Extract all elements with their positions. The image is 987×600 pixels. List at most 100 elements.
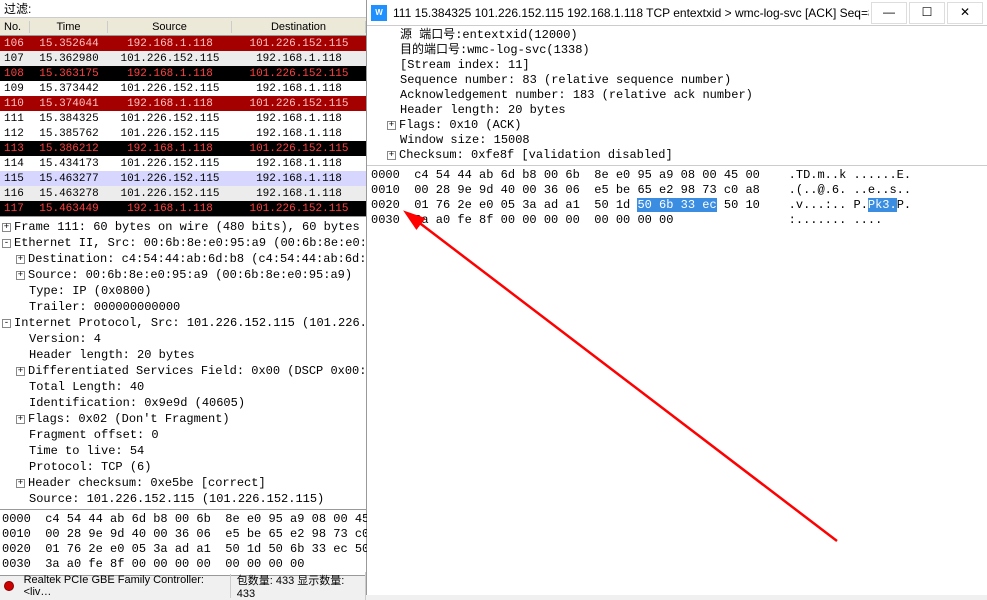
minimize-button[interactable]: — — [871, 2, 907, 24]
hex-line[interactable]: 0030 3a a0 fe 8f 00 00 00 00 00 00 00 00… — [371, 213, 983, 228]
packet-row[interactable]: 10615.352644192.168.1.118101.226.152.115 — [0, 36, 366, 51]
hex-line[interactable]: 0000 c4 54 44 ab 6d b8 00 6b 8e e0 95 a9… — [371, 168, 983, 183]
tree-line[interactable]: -Ethernet II, Src: 00:6b:8e:e0:95:a9 (00… — [0, 235, 366, 251]
tree-line[interactable]: Acknowledgement number: 183 (relative ac… — [371, 88, 983, 103]
tree-toggle-icon[interactable]: + — [16, 271, 25, 280]
packet-row[interactable]: 11615.463278101.226.152.115192.168.1.118 — [0, 186, 366, 201]
tree-text: 源 端口号:entextxid(12000) — [400, 28, 578, 42]
detail-tree[interactable]: 源 端口号:entextxid(12000)目的端口号:wmc-log-svc(… — [367, 26, 987, 166]
tree-toggle-icon[interactable]: - — [2, 319, 11, 328]
tree-toggle-icon[interactable]: + — [16, 415, 25, 424]
tree-text: Type: IP (0x0800) — [29, 284, 151, 298]
detail-titlebar: W 111 15.384325 101.226.152.115 192.168.… — [367, 0, 987, 26]
tree-text: Acknowledgement number: 183 (relative ac… — [400, 88, 753, 102]
tree-line[interactable]: Window size: 15008 — [371, 133, 983, 148]
tree-text: Total Length: 40 — [29, 380, 144, 394]
tree-text: Frame 111: 60 bytes on wire (480 bits), … — [14, 220, 366, 234]
tree-text: 目的端口号:wmc-log-svc(1338) — [400, 43, 590, 57]
tree-text: Protocol: TCP (6) — [29, 460, 151, 474]
col-no-header[interactable]: No. — [0, 21, 30, 33]
tree-line[interactable]: +Header checksum: 0xe5be [correct] — [0, 475, 366, 491]
packet-list[interactable]: 10615.352644192.168.1.118101.226.152.115… — [0, 36, 366, 216]
packet-tree[interactable]: +Frame 111: 60 bytes on wire (480 bits),… — [0, 216, 366, 509]
tree-line[interactable]: Header length: 20 bytes — [0, 347, 366, 363]
hex-line[interactable]: 0020 01 76 2e e0 05 3a ad a1 50 1d 50 6b… — [371, 198, 983, 213]
packet-row[interactable]: 10815.363175192.168.1.118101.226.152.115 — [0, 66, 366, 81]
close-button[interactable]: ✕ — [947, 2, 983, 24]
tree-line[interactable]: +Checksum: 0xfe8f [validation disabled] — [371, 148, 983, 163]
tree-text: Destination: c4:54:44:ab:6d:b8 (c4:54:44… — [28, 252, 366, 266]
packet-row[interactable]: 11215.385762101.226.152.115192.168.1.118 — [0, 126, 366, 141]
tree-toggle-icon[interactable]: + — [387, 121, 396, 130]
packet-row[interactable]: 11015.374041192.168.1.118101.226.152.115 — [0, 96, 366, 111]
tree-line[interactable]: Header length: 20 bytes — [371, 103, 983, 118]
tree-text: Header length: 20 bytes — [400, 103, 566, 117]
packet-row[interactable]: 11115.384325101.226.152.115192.168.1.118 — [0, 111, 366, 126]
tree-text: Internet Protocol, Src: 101.226.152.115 … — [14, 316, 366, 330]
tree-line[interactable]: +Frame 111: 60 bytes on wire (480 bits),… — [0, 219, 366, 235]
hex-line[interactable]: 0010 00 28 9e 9d 40 00 36 06 e5 be 65 e2… — [371, 183, 983, 198]
tree-text: Sequence number: 83 (relative sequence n… — [400, 73, 731, 87]
tree-line[interactable]: Type: IP (0x0800) — [0, 283, 366, 299]
tree-toggle-icon[interactable]: + — [16, 255, 25, 264]
tree-text: Source: 00:6b:8e:e0:95:a9 (00:6b:8e:e0:9… — [28, 268, 352, 282]
tree-toggle-icon[interactable]: + — [2, 223, 11, 232]
tree-line[interactable]: +Flags: 0x02 (Don't Fragment) — [0, 411, 366, 427]
filter-label: 过滤: — [4, 0, 31, 17]
tree-line[interactable]: +Destination: c4:54:44:ab:6d:b8 (c4:54:4… — [0, 251, 366, 267]
maximize-button[interactable]: ☐ — [909, 2, 945, 24]
packet-row[interactable]: 11415.434173101.226.152.115192.168.1.118 — [0, 156, 366, 171]
tree-text: [Stream index: 11] — [400, 58, 530, 72]
packet-row[interactable]: 11315.386212192.168.1.118101.226.152.115 — [0, 141, 366, 156]
col-dst-header[interactable]: Destination — [232, 21, 366, 33]
annotation-arrow — [417, 221, 837, 541]
filter-input[interactable] — [35, 2, 362, 16]
tree-text: Flags: 0x02 (Don't Fragment) — [28, 412, 230, 426]
packet-row[interactable]: 11515.463277101.226.152.115192.168.1.118 — [0, 171, 366, 186]
tree-toggle-icon[interactable]: + — [387, 151, 396, 160]
hex-line[interactable]: 0010 00 28 9e 9d 40 00 36 06 e5 be 65 e2… — [2, 527, 364, 542]
packet-row[interactable]: 11715.463449192.168.1.118101.226.152.115 — [0, 201, 366, 216]
tree-line[interactable]: 源 端口号:entextxid(12000) — [371, 28, 983, 43]
tree-text: Header length: 20 bytes — [29, 348, 195, 362]
status-iface: Realtek PCIe GBE Family Controller: <liv… — [18, 574, 231, 598]
hex-line[interactable]: 0000 c4 54 44 ab 6d b8 00 6b 8e e0 95 a9… — [2, 512, 364, 527]
tree-line[interactable]: [Stream index: 11] — [371, 58, 983, 73]
tree-line[interactable]: Identification: 0x9e9d (40605) — [0, 395, 366, 411]
tree-line[interactable]: Version: 4 — [0, 331, 366, 347]
filter-bar: 过滤: — [0, 0, 366, 18]
packet-row[interactable]: 10715.362980101.226.152.115192.168.1.118 — [0, 51, 366, 66]
tree-line[interactable]: -Internet Protocol, Src: 101.226.152.115… — [0, 315, 366, 331]
hex-line[interactable]: 0020 01 76 2e e0 05 3a ad a1 50 1d 50 6b… — [2, 542, 364, 557]
tree-line[interactable]: Source: 101.226.152.115 (101.226.152.115… — [0, 491, 366, 507]
tree-toggle-icon[interactable]: + — [16, 479, 25, 488]
hex-line[interactable]: 0030 3a a0 fe 8f 00 00 00 00 00 00 00 00 — [2, 557, 364, 572]
col-time-header[interactable]: Time — [30, 21, 108, 33]
packet-list-header: No. Time Source Destination — [0, 18, 366, 36]
tree-line[interactable]: +Flags: 0x10 (ACK) — [371, 118, 983, 133]
tree-line[interactable]: Time to live: 54 — [0, 443, 366, 459]
tree-toggle-icon[interactable]: + — [16, 367, 25, 376]
tree-text: Fragment offset: 0 — [29, 428, 159, 442]
tree-text: Time to live: 54 — [29, 444, 144, 458]
tree-line[interactable]: +Source: 00:6b:8e:e0:95:a9 (00:6b:8e:e0:… — [0, 267, 366, 283]
status-bar: Realtek PCIe GBE Family Controller: <liv… — [0, 575, 366, 595]
tree-line[interactable]: Sequence number: 83 (relative sequence n… — [371, 73, 983, 88]
tree-line[interactable]: Trailer: 000000000000 — [0, 299, 366, 315]
window-title: 111 15.384325 101.226.152.115 192.168.1.… — [393, 6, 869, 20]
hex-dump-left[interactable]: 0000 c4 54 44 ab 6d b8 00 6b 8e e0 95 a9… — [0, 509, 366, 575]
tree-line[interactable]: Fragment offset: 0 — [0, 427, 366, 443]
tree-text: Trailer: 000000000000 — [29, 300, 180, 314]
tree-text: Differentiated Services Field: 0x00 (DSC… — [28, 364, 366, 378]
app-icon: W — [371, 5, 387, 21]
tree-line[interactable]: Protocol: TCP (6) — [0, 459, 366, 475]
packet-row[interactable]: 10915.373442101.226.152.115192.168.1.118 — [0, 81, 366, 96]
col-src-header[interactable]: Source — [108, 21, 232, 33]
tree-line[interactable]: +Differentiated Services Field: 0x00 (DS… — [0, 363, 366, 379]
tree-toggle-icon[interactable]: - — [2, 239, 11, 248]
tree-text: Checksum: 0xfe8f [validation disabled] — [399, 148, 673, 162]
hex-dump-right[interactable]: 0000 c4 54 44 ab 6d b8 00 6b 8e e0 95 a9… — [367, 166, 987, 595]
tree-line[interactable]: Total Length: 40 — [0, 379, 366, 395]
tree-text: Flags: 0x10 (ACK) — [399, 118, 521, 132]
tree-line[interactable]: 目的端口号:wmc-log-svc(1338) — [371, 43, 983, 58]
